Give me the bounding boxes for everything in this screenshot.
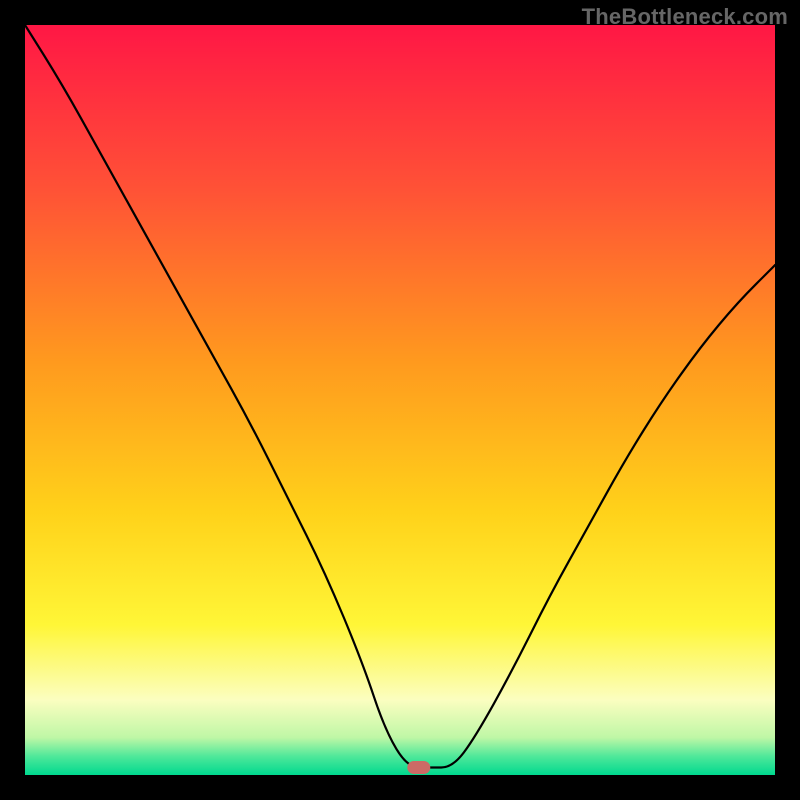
optimal-point-marker xyxy=(408,762,430,774)
watermark-label: TheBottleneck.com xyxy=(582,4,788,30)
bottleneck-chart xyxy=(25,25,775,775)
chart-frame: TheBottleneck.com xyxy=(0,0,800,800)
